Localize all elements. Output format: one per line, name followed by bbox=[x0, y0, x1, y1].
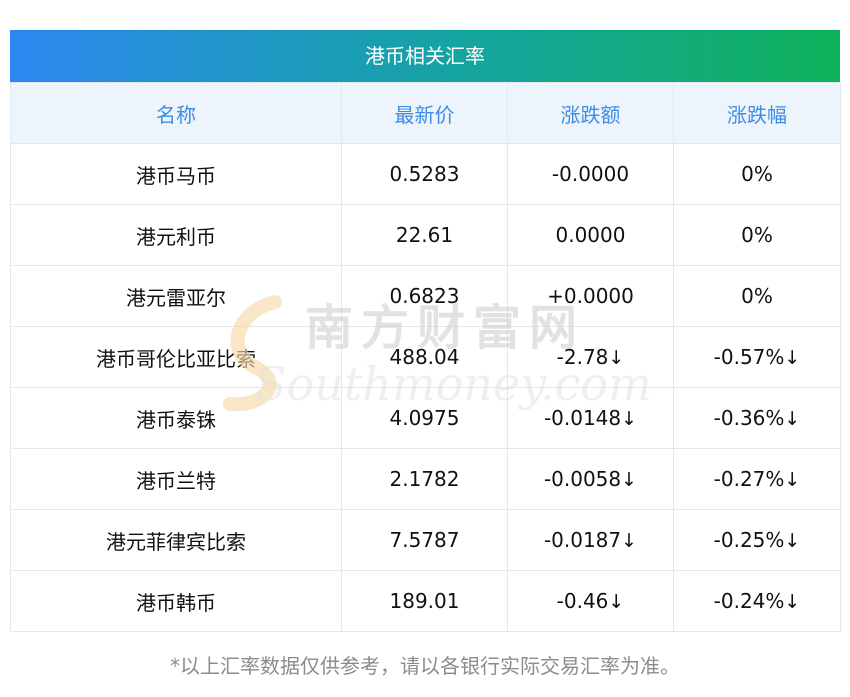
cell-currency-pair: 港币哥伦比亚比索 bbox=[10, 326, 342, 388]
panel-title: 港币相关汇率 bbox=[10, 30, 840, 82]
cell-change: -0.0187↓ bbox=[507, 509, 674, 571]
cell-change-text: -0.0187 bbox=[543, 528, 622, 552]
cell-change-text: +0.0000 bbox=[547, 284, 634, 308]
header-name: 名称 bbox=[10, 82, 342, 144]
cell-currency-pair-text: 港元利币 bbox=[136, 224, 216, 249]
cell-change-pct: -0.36%↓ bbox=[673, 387, 841, 449]
cell-change-text: -0.0148 bbox=[543, 406, 622, 430]
down-arrow-icon: ↓ bbox=[608, 347, 625, 369]
percent-sign: % bbox=[765, 345, 785, 369]
table-row: 港币泰铢 4.0975 -0.0148↓ -0.36%↓ bbox=[10, 387, 841, 449]
rates-table: 名称 最新价 涨跌额 涨跌幅 港币马币 0.5283 -0.0000 0% 港元利币 22… bbox=[10, 82, 841, 632]
cell-latest-price: 189.01 bbox=[341, 570, 508, 632]
cell-currency-pair: 港元利币 bbox=[10, 204, 342, 266]
table-row: 港币哥伦比亚比索 488.04 -2.78↓ -0.57%↓ bbox=[10, 326, 841, 388]
down-arrow-icon: ↓ bbox=[621, 469, 638, 491]
cell-latest-price-text: 2.1782 bbox=[389, 467, 460, 491]
cell-latest-price: 7.5787 bbox=[341, 509, 508, 571]
down-arrow-icon: ↓ bbox=[784, 530, 801, 552]
cell-currency-pair: 港币马币 bbox=[10, 143, 342, 205]
percent-sign: % bbox=[765, 406, 785, 430]
cell-latest-price-text: 0.5283 bbox=[389, 162, 460, 186]
cell-currency-pair-text: 港币哥伦比亚比索 bbox=[96, 346, 256, 371]
cell-latest-price-text: 4.0975 bbox=[389, 406, 460, 430]
table-row: 港币韩币 189.01 -0.46↓ -0.24%↓ bbox=[10, 570, 841, 632]
cell-change: -0.0000 bbox=[507, 143, 674, 205]
down-arrow-icon: ↓ bbox=[784, 591, 801, 613]
cell-latest-price: 0.5283 bbox=[341, 143, 508, 205]
cell-latest-price-text: 189.01 bbox=[389, 589, 460, 613]
cell-change-pct: -0.25%↓ bbox=[673, 509, 841, 571]
cell-change-pct: 0% bbox=[673, 265, 841, 327]
percent-sign: % bbox=[765, 467, 785, 491]
cell-change-pct: 0% bbox=[673, 204, 841, 266]
percent-sign: % bbox=[765, 528, 785, 552]
cell-change-text: -0.0000 bbox=[551, 162, 630, 186]
cell-change-pct: -0.27%↓ bbox=[673, 448, 841, 510]
cell-latest-price: 2.1782 bbox=[341, 448, 508, 510]
table-row: 港元菲律宾比索 7.5787 -0.0187↓ -0.25%↓ bbox=[10, 509, 841, 571]
disclaimer-note: *以上汇率数据仅供参考，请以各银行实际交易汇率为准。 bbox=[170, 654, 680, 678]
exchange-rate-panel: 港币相关汇率 名称 最新价 涨跌额 涨跌幅 港币马币 0.5283 -0.0000 0… bbox=[10, 30, 841, 632]
header-price: 最新价 bbox=[341, 82, 508, 144]
table-row: 港元雷亚尔 0.6823 +0.0000 0% bbox=[10, 265, 841, 327]
header-change-pct: 涨跌幅 bbox=[673, 82, 841, 144]
cell-latest-price-text: 22.61 bbox=[395, 223, 454, 247]
cell-currency-pair: 港币韩币 bbox=[10, 570, 342, 632]
cell-change-pct-text: 0% bbox=[741, 162, 773, 186]
cell-currency-pair: 港币泰铢 bbox=[10, 387, 342, 449]
table-row: 港币兰特 2.1782 -0.0058↓ -0.27%↓ bbox=[10, 448, 841, 510]
cell-change-pct-text: 0% bbox=[741, 223, 773, 247]
down-arrow-icon: ↓ bbox=[784, 408, 801, 430]
percent-sign: % bbox=[765, 589, 785, 613]
cell-change-text: -0.46 bbox=[556, 589, 609, 613]
down-arrow-icon: ↓ bbox=[608, 591, 625, 613]
cell-change-pct-text: -0.27 bbox=[713, 467, 766, 491]
cell-currency-pair: 港元雷亚尔 bbox=[10, 265, 342, 327]
cell-change-pct-text: -0.25 bbox=[713, 528, 766, 552]
cell-currency-pair: 港元菲律宾比索 bbox=[10, 509, 342, 571]
cell-change: +0.0000 bbox=[507, 265, 674, 327]
cell-latest-price-text: 0.6823 bbox=[389, 284, 460, 308]
cell-change-pct: -0.24%↓ bbox=[673, 570, 841, 632]
down-arrow-icon: ↓ bbox=[621, 530, 638, 552]
down-arrow-icon: ↓ bbox=[621, 408, 638, 430]
cell-change: -0.0148↓ bbox=[507, 387, 674, 449]
cell-change-pct-text: -0.36 bbox=[713, 406, 766, 430]
cell-currency-pair: 港币兰特 bbox=[10, 448, 342, 510]
down-arrow-icon: ↓ bbox=[784, 469, 801, 491]
cell-change: -0.46↓ bbox=[507, 570, 674, 632]
cell-change-pct-text: -0.57 bbox=[713, 345, 766, 369]
cell-change: 0.0000 bbox=[507, 204, 674, 266]
cell-currency-pair-text: 港币韩币 bbox=[136, 590, 216, 615]
table-row: 港币马币 0.5283 -0.0000 0% bbox=[10, 143, 841, 205]
cell-change-pct: 0% bbox=[673, 143, 841, 205]
cell-change-pct: -0.57%↓ bbox=[673, 326, 841, 388]
cell-latest-price: 0.6823 bbox=[341, 265, 508, 327]
table-row: 港元利币 22.61 0.0000 0% bbox=[10, 204, 841, 266]
cell-currency-pair-text: 港元菲律宾比索 bbox=[106, 529, 246, 554]
cell-change-text: -2.78 bbox=[556, 345, 609, 369]
cell-change: -2.78↓ bbox=[507, 326, 674, 388]
cell-latest-price: 4.0975 bbox=[341, 387, 508, 449]
table-header-row: 名称 最新价 涨跌额 涨跌幅 bbox=[10, 82, 841, 144]
cell-latest-price: 22.61 bbox=[341, 204, 508, 266]
header-change: 涨跌额 bbox=[507, 82, 674, 144]
down-arrow-icon: ↓ bbox=[784, 347, 801, 369]
cell-change-text: 0.0000 bbox=[555, 223, 626, 247]
cell-currency-pair-text: 港币马币 bbox=[136, 163, 216, 188]
cell-latest-price-text: 488.04 bbox=[389, 345, 460, 369]
cell-currency-pair-text: 港元雷亚尔 bbox=[126, 285, 226, 310]
cell-change: -0.0058↓ bbox=[507, 448, 674, 510]
cell-currency-pair-text: 港币兰特 bbox=[136, 468, 216, 493]
cell-currency-pair-text: 港币泰铢 bbox=[136, 407, 216, 432]
cell-change-text: -0.0058 bbox=[543, 467, 622, 491]
cell-latest-price-text: 7.5787 bbox=[389, 528, 460, 552]
cell-latest-price: 488.04 bbox=[341, 326, 508, 388]
cell-change-pct-text: -0.24 bbox=[713, 589, 766, 613]
cell-change-pct-text: 0% bbox=[741, 284, 773, 308]
